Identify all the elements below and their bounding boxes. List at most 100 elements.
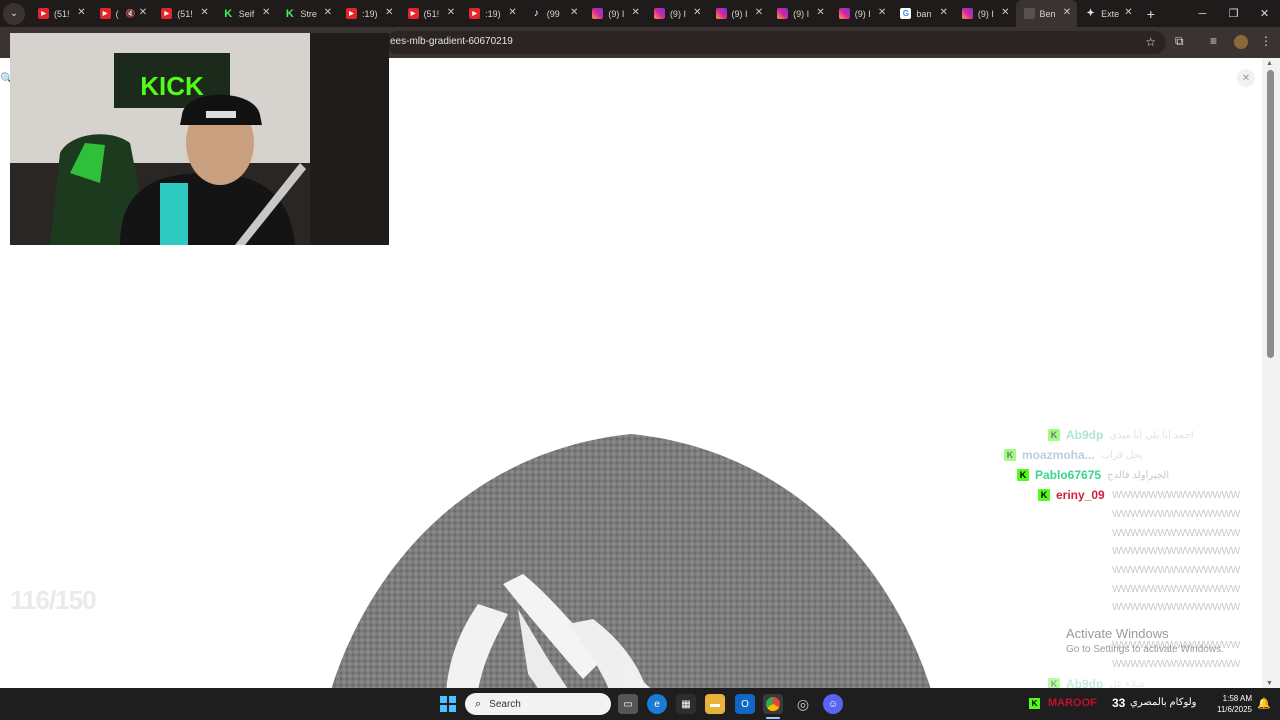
page-icon	[1023, 8, 1035, 19]
browser-tab[interactable]: ▶ (51! ✕	[400, 0, 462, 27]
chat-message: K eriny_09	[1038, 487, 1111, 503]
browser-tab[interactable]: ▶ :19) ✕	[338, 0, 400, 27]
microsoft-store-icon[interactable]: ▦	[676, 694, 696, 714]
tab-close-icon[interactable]: ✕	[447, 7, 455, 18]
browser-tab[interactable]: ♪ (99 ✕	[523, 0, 585, 27]
browser-tab[interactable]: ✦ Exte ✕	[1077, 0, 1139, 27]
outlook-icon[interactable]: O	[735, 694, 755, 714]
discord-icon[interactable]: ☺	[823, 694, 843, 714]
tab-close-icon[interactable]: ✕	[755, 7, 763, 18]
tab-close-icon[interactable]: ✕	[632, 7, 640, 18]
browser-menu-icon[interactable]: ⋮	[1260, 34, 1272, 48]
close-window-icon[interactable]: ✕	[1249, 0, 1280, 27]
tab-close-icon[interactable]: ✕	[200, 7, 208, 18]
kick-badge-icon: K	[1038, 489, 1050, 501]
tab-close-icon[interactable]: ✕	[693, 7, 701, 18]
chat-message: K moazmoha... يحل قراب	[1004, 447, 1143, 463]
tab-close-icon[interactable]: ✕	[570, 7, 578, 18]
tab-close-icon[interactable]: ✕	[508, 7, 516, 18]
browser-tab[interactable]: Gban ✕	[892, 0, 954, 27]
tab-title: :19)	[361, 8, 378, 19]
scroll-down-icon[interactable]: ▼	[1266, 680, 1273, 687]
window-controls: ─ ❐ ✕	[1187, 0, 1280, 27]
restore-icon[interactable]: ❐	[1218, 0, 1249, 27]
tab-close-icon[interactable]: ✕	[1001, 7, 1009, 18]
browser-tab[interactable]: (9) I ✕	[831, 0, 893, 27]
browser-tab[interactable]: K Stre ✕	[276, 0, 338, 27]
tab-close-icon[interactable]: ✕	[262, 7, 270, 18]
notification-bell-icon[interactable]: 🔔	[1257, 697, 1271, 710]
profile-avatar[interactable]	[1234, 35, 1248, 49]
chat-username: moazmoha...	[1022, 448, 1095, 462]
chat-text: الجيراولد فالدج	[1107, 469, 1170, 481]
tray-kick-icon[interactable]: K	[1029, 698, 1040, 709]
browser-tab[interactable]: ▶ (51! ✕	[30, 0, 92, 27]
clock-time: 1:58 AM	[1222, 694, 1252, 703]
chat-spam-line: WWWWWWWWWWWWWW	[1112, 659, 1240, 670]
browser-tab[interactable]: ▶ (51! ✕	[153, 0, 215, 27]
tab-close-icon[interactable]: ✕	[1124, 7, 1132, 18]
scroll-thumb[interactable]	[1267, 70, 1274, 358]
tab-strip: ⌄ ▶ (51! ✕ ▶(🔇 ✕ ▶ (51! ✕ K Seif ✕ K Stre ✕ ▶:19) ✕ ▶ (51…	[0, 0, 1280, 27]
windows-taskbar: ⌕ Search ▭ e ▦ ▬ O ◎ ☺ K MAROOF 33 ولوكا…	[0, 688, 1280, 720]
activate-windows-watermark: Activate Windows Go to Settings to activ…	[1066, 626, 1224, 655]
file-explorer-icon[interactable]: ▬	[705, 694, 725, 714]
youtube-icon: ▶	[345, 8, 357, 19]
tab-list: ▶ (51! ✕ ▶(🔇 ✕ ▶ (51! ✕ K Seif ✕ K Stre ✕ ▶:19) ✕ ▶ (51! ✕…	[30, 0, 1139, 27]
chat-username: eriny_09	[1056, 488, 1105, 502]
browser-tab[interactable]: ▶:19) ✕	[461, 0, 523, 27]
tab-title: Ben	[1039, 8, 1056, 19]
browser-tab[interactable]: (9) I ✕	[708, 0, 770, 27]
tab-title: (9) I	[731, 8, 748, 19]
tab-title: (51!	[423, 8, 440, 19]
tab-title: (9) I	[977, 8, 994, 19]
tab-close-icon[interactable]: ✕	[816, 7, 824, 18]
tab-title: :19)	[485, 8, 501, 19]
extensions-puzzle-icon[interactable]: ⧉	[1175, 34, 1184, 49]
browser-tab[interactable]: (9) I ✕	[954, 0, 1016, 27]
clock-date: 11/6/2025	[1217, 705, 1252, 714]
tab-close-icon[interactable]: ✕	[77, 7, 85, 18]
browser-tab[interactable]: (9) I ✕	[769, 0, 831, 27]
instagram-icon	[961, 8, 973, 19]
tab-close-icon[interactable]: ✕	[1063, 7, 1071, 18]
tab-close-icon[interactable]: ✕	[324, 7, 332, 18]
tab-title: (9) I	[854, 8, 871, 19]
minimize-icon[interactable]: ─	[1187, 0, 1218, 27]
bookmark-star-icon[interactable]: ☆	[1145, 35, 1156, 49]
browser-tab[interactable]: (9) I ✕	[584, 0, 646, 27]
tab-title: (9) I	[608, 8, 625, 19]
kick-logo-banner: KICK	[140, 71, 204, 101]
chrome-icon[interactable]	[763, 694, 783, 714]
windows-start-icon[interactable]	[440, 696, 456, 712]
page-close-icon[interactable]: ✕	[1237, 69, 1255, 87]
task-view-icon[interactable]: ▭	[618, 694, 638, 714]
chat-text: يحل قراب	[1100, 449, 1143, 461]
tab-close-icon[interactable]: ✕	[878, 7, 886, 18]
address-bar[interactable]: ees-mlb-gradient-60670219 ☆	[386, 31, 1166, 54]
extension-icon: ✦	[1086, 8, 1095, 19]
browser-tab[interactable]: Ben ✕	[1015, 0, 1078, 27]
tab-close-icon[interactable]: ✕	[940, 7, 948, 18]
edge-browser-icon[interactable]: e	[647, 694, 667, 714]
chat-spam-line: WWWWWWWWWWWWWW	[1112, 528, 1240, 539]
new-tab-plus-icon[interactable]: +	[1147, 6, 1155, 22]
tab-title: (99	[546, 8, 560, 19]
tab-search-chevron-icon[interactable]: ⌄	[3, 2, 25, 25]
obs-icon[interactable]: ◎	[793, 694, 813, 714]
tab-close-icon[interactable]: ✕	[385, 7, 393, 18]
chat-username: Ab9dp	[1066, 428, 1104, 442]
tab-muted-icon[interactable]: 🔇	[126, 9, 136, 18]
taskbar-search-box[interactable]: ⌕ Search	[465, 693, 611, 715]
browser-tab[interactable]: ▶(🔇 ✕	[92, 0, 154, 27]
browser-tab[interactable]: (9) I ✕	[646, 0, 708, 27]
chat-spam-line: WWWWWWWWWWWWWW	[1112, 602, 1240, 613]
tab-title: Exte	[1101, 8, 1120, 19]
youtube-icon: ▶	[38, 8, 49, 19]
tab-close-icon[interactable]: ✕	[139, 7, 147, 18]
media-queue-icon[interactable]: ≡	[1210, 34, 1217, 48]
scroll-up-icon[interactable]: ▲	[1266, 60, 1273, 67]
browser-tab[interactable]: K Seif ✕	[215, 0, 277, 27]
page-scrollbar[interactable]: ▲ ▼	[1262, 58, 1280, 688]
system-clock[interactable]: 1:58 AM 11/6/2025	[1212, 693, 1252, 715]
